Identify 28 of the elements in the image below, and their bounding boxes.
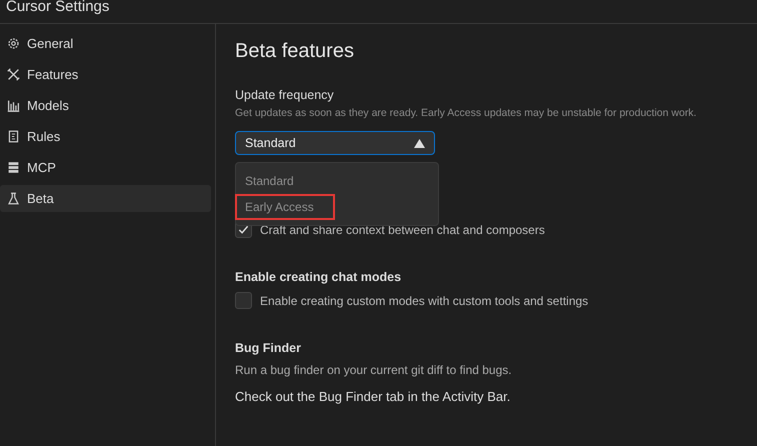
checkbox-label: Enable creating custom modes with custom tools and settings	[260, 294, 588, 308]
info-note: Check out the Bug Finder tab in the Activity Bar.	[235, 389, 512, 404]
dropdown-option[interactable]: Standard	[236, 169, 438, 193]
setting-label: Update frequency	[235, 88, 335, 102]
book-icon	[7, 130, 20, 143]
caret-icon	[414, 138, 425, 148]
checkbox-label: Craft and share context between chat and composers	[260, 222, 545, 236]
sidebar-item[interactable]: Features	[0, 61, 211, 88]
server-icon	[7, 161, 20, 174]
sidebar-item[interactable]: MCP	[0, 154, 211, 181]
dropdown-option[interactable]: Early Access	[236, 195, 334, 219]
frequency-select[interactable]: Standard	[235, 131, 435, 155]
window-title: Cursor Settings	[6, 0, 110, 17]
sidebar-item[interactable]: General	[0, 30, 211, 57]
section-description: Run a bug finder on your current git diff to find bugs.	[235, 363, 513, 377]
bar-chart-icon	[7, 99, 20, 112]
page-title: Beta features	[235, 40, 355, 63]
section-heading: Bug Finder	[235, 341, 302, 355]
sidebar-item[interactable]: Beta	[0, 185, 211, 212]
flask-icon	[7, 192, 20, 205]
checkbox[interactable]	[235, 292, 252, 309]
setting-description: Get updates as soon as they are ready. Early Access updates may be unstable for production work.	[235, 107, 698, 119]
settings-icon	[7, 37, 20, 50]
tools-icon	[7, 68, 20, 81]
section-heading: Enable creating chat modes	[235, 270, 402, 284]
sidebar-item[interactable]: Models	[0, 92, 211, 119]
checkmark-icon	[238, 224, 249, 235]
sidebar-item[interactable]: Rules	[0, 123, 211, 150]
